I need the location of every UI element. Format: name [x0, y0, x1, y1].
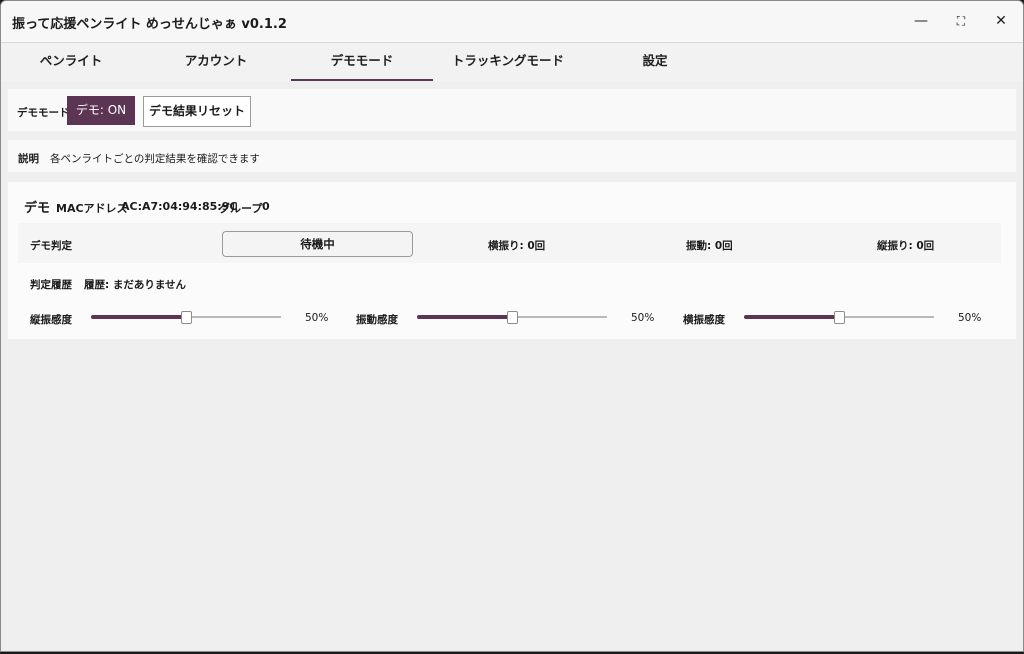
maximize-icon[interactable]: ⛶ — [949, 11, 973, 31]
slider-value-horizontal: 50% — [958, 312, 982, 324]
tab-tracking-mode[interactable]: トラッキングモード — [437, 43, 579, 79]
minimize-icon[interactable]: — — [909, 11, 933, 31]
mac-label: MACアドレス — [56, 202, 128, 215]
slider-label-vibration: 振動感度 — [356, 314, 398, 326]
slider-thumb[interactable] — [507, 311, 518, 324]
vertical-count: 縦振り: 0回 — [877, 240, 935, 252]
tab-bar: ペンライト アカウント デモモード トラッキングモード 設定 — [1, 43, 1023, 81]
description-text: 各ペンライトごとの判定結果を確認できます — [50, 153, 260, 165]
close-icon[interactable]: ✕ — [989, 11, 1013, 31]
vibration-count: 振動: 0回 — [686, 240, 733, 252]
app-window: 振って応援ペンライト めっせんじゃぁ v0.1.2 — ⛶ ✕ ペンライト アカ… — [0, 0, 1024, 652]
slider-fill — [91, 315, 186, 319]
demo-mode-label: デモモード — [17, 107, 70, 119]
judge-label: デモ判定 — [30, 240, 72, 252]
description-label: 説明 — [18, 153, 39, 165]
tab-demo-mode[interactable]: デモモード — [291, 43, 433, 81]
title-bar: 振って応援ペンライト めっせんじゃぁ v0.1.2 — ⛶ ✕ — [1, 1, 1023, 43]
group-value: 0 — [262, 200, 270, 213]
slider-thumb[interactable] — [834, 311, 845, 324]
slider-value-vibration: 50% — [631, 312, 655, 324]
vertical-sensitivity-slider[interactable] — [91, 311, 281, 324]
slider-fill — [417, 315, 512, 319]
history-label: 判定履歴 — [30, 279, 72, 291]
horizontal-sensitivity-slider[interactable] — [744, 311, 934, 324]
window-title: 振って応援ペンライト めっせんじゃぁ v0.1.2 — [12, 17, 287, 32]
demo-on-button[interactable]: デモ: ON — [67, 96, 135, 125]
tab-settings[interactable]: 設定 — [584, 43, 726, 79]
demo-reset-button[interactable]: デモ結果リセット — [143, 96, 251, 127]
group-label: グループ — [219, 202, 263, 215]
status-button[interactable]: 待機中 — [222, 231, 413, 257]
tab-account[interactable]: アカウント — [146, 43, 286, 79]
slider-fill — [744, 315, 839, 319]
tab-penlight[interactable]: ペンライト — [1, 43, 141, 79]
slider-label-vertical: 縦振感度 — [30, 314, 72, 326]
slider-thumb[interactable] — [181, 311, 192, 324]
history-text: 履歴: まだありません — [84, 279, 187, 291]
slider-label-horizontal: 横振感度 — [683, 314, 725, 326]
slider-value-vertical: 50% — [305, 312, 329, 324]
device-name: デモ — [24, 201, 51, 216]
horizontal-count: 横振り: 0回 — [488, 240, 546, 252]
vibration-sensitivity-slider[interactable] — [417, 311, 607, 324]
